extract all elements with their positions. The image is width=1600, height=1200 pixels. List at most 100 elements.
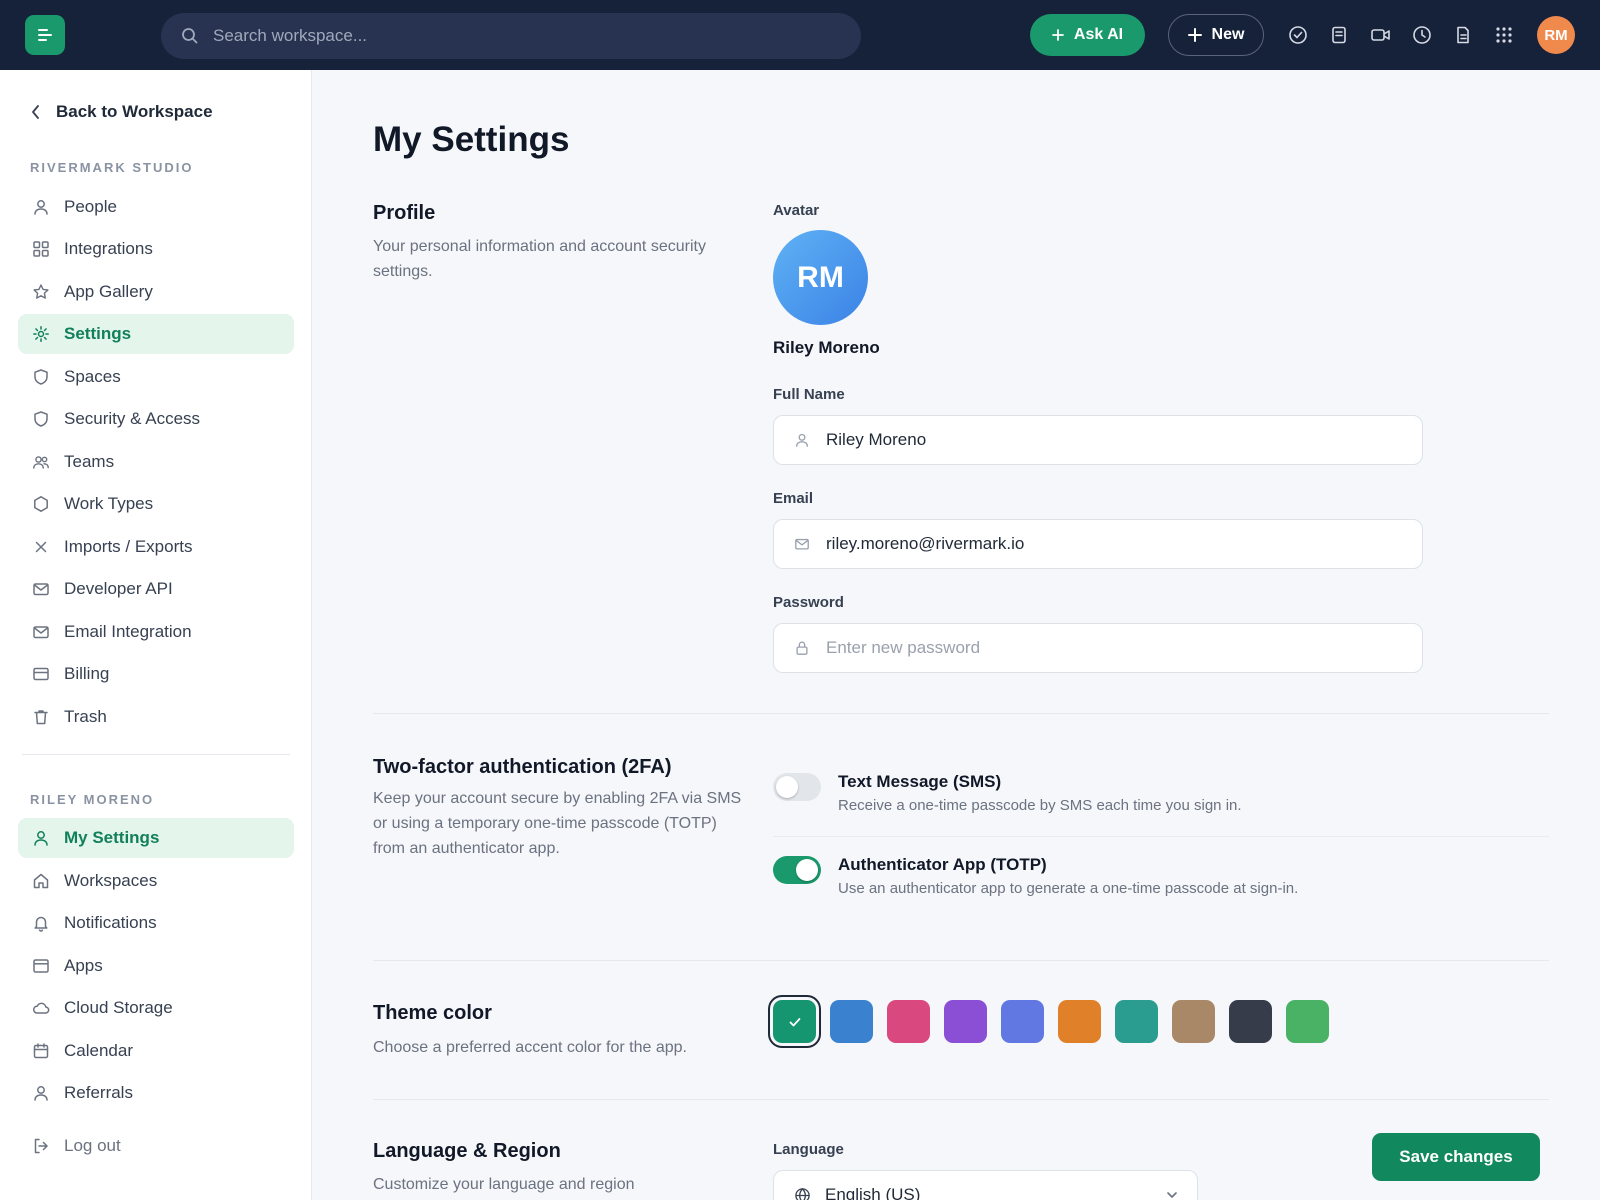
password-field[interactable]: Enter new password [773, 623, 1423, 673]
sidebar-item-notifications[interactable]: Notifications [18, 903, 294, 943]
theme-swatch[interactable] [1001, 1000, 1044, 1043]
grid-icon [31, 239, 51, 259]
sidebar-item-developer-api[interactable]: Developer API [18, 569, 294, 609]
notepad-icon[interactable] [1328, 24, 1350, 46]
sidebar-item-label: Cloud Storage [64, 998, 173, 1017]
email-field[interactable]: riley.moreno@rivermark.io [773, 519, 1423, 569]
section-divider [373, 713, 1549, 714]
chevron-left-icon [32, 105, 39, 119]
bell-icon [31, 913, 51, 933]
theme-swatch[interactable] [768, 995, 821, 1048]
theme-heading: Theme color [373, 1002, 492, 1024]
sidebar-item-work-types[interactable]: Work Types [18, 484, 294, 524]
sms-option-title: Text Message (SMS) [838, 772, 1002, 791]
sidebar-item-label: Email Integration [64, 622, 192, 641]
user-avatar[interactable]: RM [1537, 16, 1575, 54]
sms-option-description: Receive a one-time passcode by SMS each … [838, 797, 1242, 814]
sidebar-divider [22, 754, 290, 755]
person-icon [796, 433, 808, 447]
sidebar-item-label: App Gallery [64, 282, 153, 301]
check-circle-icon[interactable] [1287, 24, 1309, 46]
full-name-label: Full Name [773, 386, 845, 403]
document-icon[interactable] [1452, 24, 1474, 46]
sidebar-item-label: My Settings [64, 828, 160, 847]
profile-heading: Profile [373, 202, 436, 224]
profile-display-name: Riley Moreno [773, 338, 880, 357]
sidebar-item-email-integration[interactable]: Email Integration [18, 612, 294, 652]
theme-swatch[interactable] [830, 1000, 873, 1043]
sidebar-item-referrals[interactable]: Referrals [18, 1073, 294, 1113]
video-icon[interactable] [1370, 24, 1392, 46]
sidebar-item-label: Referrals [64, 1083, 133, 1102]
ask-ai-label: Ask AI [1073, 26, 1124, 43]
window-icon [31, 956, 51, 976]
sidebar-item-label: Imports / Exports [64, 537, 193, 556]
sidebar-item-app-gallery[interactable]: App Gallery [18, 272, 294, 312]
theme-swatch[interactable] [1286, 1000, 1329, 1043]
sms-toggle[interactable] [773, 773, 821, 801]
sidebar-item-label: Apps [64, 956, 103, 975]
theme-swatch[interactable] [1058, 1000, 1101, 1043]
sidebar-item-teams[interactable]: Teams [18, 442, 294, 482]
logout-button[interactable]: Log out [18, 1126, 294, 1166]
sidebar-item-label: Calendar [64, 1041, 133, 1060]
sidebar-item-my-settings[interactable]: My Settings [18, 818, 294, 858]
twofa-heading: Two-factor authentication (2FA) [373, 756, 672, 778]
profile-avatar[interactable]: RM [773, 230, 868, 325]
sidebar-item-integrations[interactable]: Integrations [18, 229, 294, 269]
back-to-workspace-link[interactable]: Back to Workspace [30, 102, 213, 122]
sidebar-item-billing[interactable]: Billing [18, 654, 294, 694]
sidebar-item-security-access[interactable]: Security & Access [18, 399, 294, 439]
sidebar-item-calendar[interactable]: Calendar [18, 1031, 294, 1071]
sidebar-item-cloud-storage[interactable]: Cloud Storage [18, 988, 294, 1028]
theme-swatch[interactable] [944, 1000, 987, 1043]
email-value: riley.moreno@rivermark.io [826, 534, 1025, 553]
sidebar-item-label: Work Types [64, 494, 154, 513]
top-bar: Search workspace... Ask AI New RM [0, 0, 1600, 70]
clock-icon[interactable] [1411, 24, 1433, 46]
new-button[interactable]: New [1168, 14, 1264, 56]
globe-icon [795, 1187, 810, 1200]
twofa-description: Keep your account secure by enabling 2FA… [373, 790, 742, 857]
full-name-field[interactable]: Riley Moreno [773, 415, 1423, 465]
user-section-title: RILEY MORENO [30, 792, 155, 807]
sidebar-item-workspaces[interactable]: Workspaces [18, 861, 294, 901]
language-label: Language [773, 1141, 844, 1158]
logout-label: Log out [64, 1136, 121, 1155]
section-divider [373, 960, 1549, 961]
full-name-value: Riley Moreno [826, 430, 927, 449]
sidebar-item-settings[interactable]: Settings [18, 314, 294, 354]
sidebar-item-spaces[interactable]: Spaces [18, 357, 294, 397]
sparkle-icon [1051, 29, 1064, 41]
theme-swatch[interactable] [1172, 1000, 1215, 1043]
shield-icon [31, 409, 51, 429]
sidebar-item-people[interactable]: People [18, 187, 294, 227]
sidebar-item-label: Billing [64, 664, 110, 683]
person-icon [31, 197, 51, 217]
totp-toggle[interactable] [773, 856, 821, 884]
toggle-knob [776, 776, 798, 798]
gear-icon [31, 324, 51, 344]
mail-icon [795, 538, 809, 550]
calendar-icon [31, 1041, 51, 1061]
apps-grid-icon[interactable] [1493, 24, 1515, 46]
theme-swatch[interactable] [1229, 1000, 1272, 1043]
save-changes-button[interactable]: Save changes [1372, 1133, 1540, 1181]
sidebar-item-apps[interactable]: Apps [18, 946, 294, 986]
ask-ai-button[interactable]: Ask AI [1030, 14, 1145, 56]
sidebar-item-trash[interactable]: Trash [18, 697, 294, 737]
theme-swatch[interactable] [887, 1000, 930, 1043]
search-bar[interactable]: Search workspace... [161, 13, 861, 59]
password-placeholder: Enter new password [826, 638, 981, 657]
sidebar-item-imports-exports[interactable]: Imports / Exports [18, 527, 294, 567]
back-label: Back to Workspace [56, 102, 213, 121]
password-label: Password [773, 594, 844, 611]
sidebar-item-label: Developer API [64, 579, 173, 598]
settings-sidebar: Back to Workspace RIVERMARK STUDIO Peopl… [0, 70, 312, 1200]
language-select[interactable]: English (US) [773, 1170, 1198, 1200]
person-icon [31, 1083, 51, 1103]
app-logo[interactable] [25, 15, 65, 55]
theme-swatch[interactable] [1115, 1000, 1158, 1043]
profile-description: Your personal information and account se… [373, 238, 706, 280]
menu-lines-icon [38, 29, 52, 41]
